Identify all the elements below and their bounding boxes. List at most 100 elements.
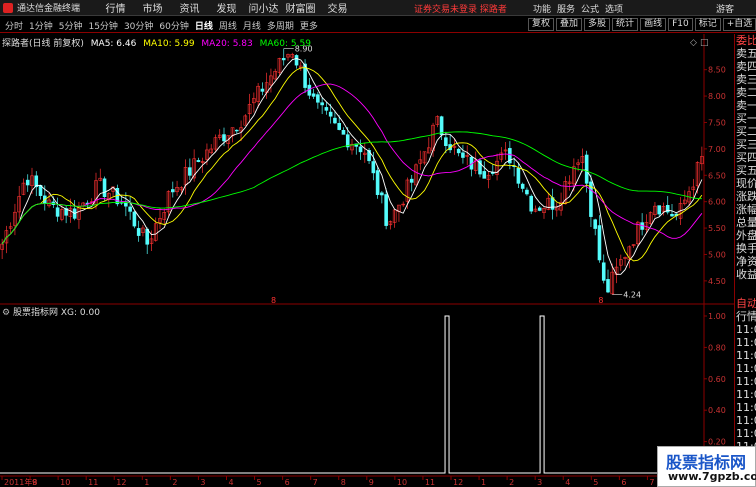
x-tick-label: 12 (453, 478, 463, 487)
candle-body (311, 93, 316, 97)
period-tab-10[interactable]: 更多 (297, 19, 321, 32)
candle-body (537, 207, 542, 211)
quote-row-8: 买三 (736, 138, 756, 151)
ma20-label: MA20: 5.83 (201, 39, 253, 49)
period-tabs: 分时 1分钟 5分钟 15分钟 30分钟 60分钟 日线 周线 月线 多周期 更多 (2, 19, 321, 32)
x-tick-label: 9 (369, 478, 374, 487)
period-tab-0[interactable]: 分时 (2, 19, 26, 32)
tool-button-2[interactable]: 多股 (584, 18, 611, 31)
right-menu-item-0[interactable]: 功能 (533, 2, 551, 15)
candle-body (341, 129, 346, 135)
divider-mark: 8 (271, 296, 276, 305)
y-tick-label: 7.50 (708, 118, 726, 127)
x-tick-label: 3 (200, 478, 205, 487)
guest-label[interactable]: 游客 (716, 2, 734, 15)
x-tick-label: 10 (60, 478, 70, 487)
candle-body (102, 178, 107, 198)
candle-body (657, 205, 661, 215)
stock-link[interactable]: 探路者 (480, 5, 507, 15)
x-tick-label: 9 (32, 478, 37, 487)
candle-body (516, 168, 521, 184)
y-tick-label: 8.50 (708, 66, 726, 75)
menu-item-4[interactable]: 问小达 (245, 0, 282, 15)
menu-item-1[interactable]: 市场 (134, 0, 171, 15)
tool-button-5[interactable]: F10 (668, 18, 693, 31)
right-menu: 功能 服务 公式 选项 (533, 2, 623, 15)
period-tab-7[interactable]: 周线 (216, 19, 240, 32)
y-tick-label: 6.50 (708, 171, 726, 180)
x-tick-label: 2 (172, 478, 177, 487)
period-tab-5[interactable]: 60分钟 (156, 19, 191, 32)
candle-body (136, 228, 141, 236)
kline-chart-svg[interactable]: 8.508.007.507.006.506.005.505.004.508.90… (0, 34, 734, 487)
period-tab-9[interactable]: 多周期 (264, 19, 297, 32)
candle-body (294, 55, 299, 66)
quote-row-3: 卖三 (736, 73, 756, 86)
watermark: 股票指标网 www.7gpzb.com (657, 446, 756, 487)
ma5-label: MA5: 6.46 (90, 39, 137, 49)
candle-body (337, 122, 341, 130)
quote-row-18: 收益 (736, 268, 756, 281)
x-tick-label: 1 (144, 478, 149, 487)
period-tab-2[interactable]: 5分钟 (56, 19, 86, 32)
ind-y-tick-label: 0.80 (708, 343, 726, 352)
tick-row-10: 11:0 (736, 427, 756, 440)
top-menu: 行情 市场 资讯 发现 问小达 财富圈 交易 (97, 0, 356, 15)
candle-body (584, 154, 589, 184)
tick-row-0: 自动 (736, 297, 756, 310)
menu-item-5[interactable]: 财富圈 (282, 0, 319, 15)
chart-tools: 复权叠加多股统计画线F10标记+自选返回 (528, 18, 756, 31)
period-tab-1[interactable]: 1分钟 (26, 19, 56, 32)
tool-button-4[interactable]: 画线 (640, 18, 667, 31)
x-tick-label: 5 (593, 478, 598, 487)
tool-button-1[interactable]: 叠加 (556, 18, 583, 31)
tool-button-6[interactable]: 标记 (694, 18, 721, 31)
period-tab-4[interactable]: 30分钟 (121, 19, 156, 32)
main-chart-header: 探路者(日线 前复权) MA5: 6.46 MA10: 5.99 MA20: 5… (2, 36, 315, 49)
x-tick-label: 10 (397, 478, 407, 487)
ind-y-tick-label: 1.00 (708, 312, 726, 321)
right-menu-item-1[interactable]: 服务 (557, 2, 575, 15)
quote-row-11: 现价 (736, 177, 756, 190)
indicator-header: ⚙ 股票指标网 XG: 0.00 (2, 305, 100, 318)
x-tick-label: 6 (621, 478, 626, 487)
period-tab-8[interactable]: 月线 (240, 19, 264, 32)
candle-body (222, 134, 226, 142)
candle-body (461, 152, 465, 158)
chart-area[interactable]: 8.50 8.00 7.50 7.00 6.50 6.00 5.50 5.00 4.50 8.90… (0, 34, 734, 487)
period-tab-6[interactable]: 日线 (192, 19, 216, 32)
candle-body (260, 88, 265, 92)
menu-item-0[interactable]: 行情 (97, 0, 134, 15)
candle-body (171, 189, 175, 193)
login-warning[interactable]: 证券交易未登录 探路者 (414, 2, 507, 15)
tick-row-5: 11:0 (736, 362, 756, 375)
candle-body (375, 170, 380, 195)
quote-row-16: 换手 (736, 242, 756, 255)
x-tick-label: 4 (565, 478, 570, 487)
tool-button-7[interactable]: +自选 (722, 18, 756, 31)
tool-button-3[interactable]: 统计 (612, 18, 639, 31)
right-menu-item-3[interactable]: 选项 (605, 2, 623, 15)
candle-body (380, 192, 384, 196)
tick-row-3: 11:0 (736, 336, 756, 349)
quote-row-14: 总量 (736, 216, 756, 229)
menu-item-2[interactable]: 资讯 (171, 0, 208, 15)
tick-row-9: 11:0 (736, 414, 756, 427)
menu-item-6[interactable]: 交易 (319, 0, 356, 15)
candle-body (25, 179, 30, 186)
candle-body (328, 111, 333, 117)
stock-label: 探路者(日线 前复权) (2, 39, 84, 49)
indicator-gear-icon[interactable]: ⚙ (2, 308, 10, 318)
ma5-line (1, 57, 703, 275)
app-logo-icon (3, 2, 13, 13)
tool-button-0[interactable]: 复权 (528, 18, 555, 31)
quote-row-17: 净资 (736, 255, 756, 268)
x-tick-label: 1 (481, 478, 486, 487)
xg-signal-line (0, 315, 704, 474)
x-tick-label: 5 (257, 478, 262, 487)
menu-item-3[interactable]: 发现 (208, 0, 245, 15)
period-tab-3[interactable]: 15分钟 (85, 19, 120, 32)
right-menu-item-2[interactable]: 公式 (581, 2, 599, 15)
candle-body (601, 262, 606, 281)
candle-body (132, 211, 137, 227)
